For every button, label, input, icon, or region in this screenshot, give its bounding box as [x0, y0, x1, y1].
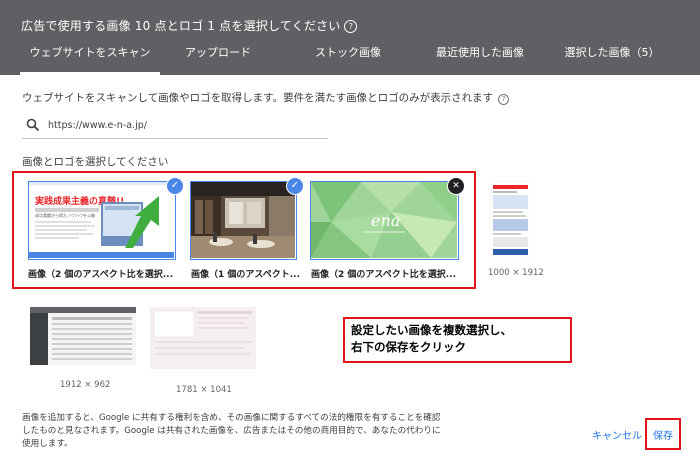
annotation-line: 設定したい画像を複数選択し、	[351, 323, 512, 337]
close-icon[interactable]: ✕	[447, 177, 465, 195]
annotation-callout: 設定したい画像を複数選択し、 右下の保存をクリック	[343, 317, 572, 363]
help-icon[interactable]: ?	[344, 20, 358, 33]
scan-description: ウェブサイトをスキャンして画像やロゴを取得します。要件を満たす画像とロゴのみが表…	[22, 90, 510, 105]
cancel-button[interactable]: キャンセル	[592, 427, 642, 442]
selected-check-icon[interactable]: ✓	[286, 177, 304, 195]
legal-notice: 画像を追加すると、Google に共有する権利を含め、その画像に関するすべての法…	[22, 413, 441, 449]
green-polygon-image: ena	[311, 182, 457, 258]
active-tab-indicator	[20, 72, 160, 75]
tab-label: 最近使用した画像	[436, 46, 524, 59]
office-photo	[191, 182, 295, 258]
annotation-line: 右下の保存をクリック	[351, 340, 466, 354]
image-card-banner[interactable]: 実践成果主義の真髄!! 成功実績から得たノウハウを公開	[28, 181, 176, 260]
dialog-title-text: 広告で使用する画像 10 点とロゴ 1 点を選択してください	[21, 19, 341, 33]
url-search-field[interactable]	[22, 114, 328, 139]
tab-scan-website[interactable]: ウェブサイトをスキャン	[20, 44, 160, 75]
tab-upload[interactable]: アップロード	[178, 44, 258, 75]
tab-stock-images[interactable]: ストック画像	[308, 44, 388, 75]
selected-check-icon[interactable]: ✓	[166, 177, 184, 195]
image-card-green-logo[interactable]: ena	[310, 181, 459, 260]
tab-label: アップロード	[185, 46, 251, 59]
image-card-label: 画像（2 個のアスペクト比を選択...	[311, 270, 457, 280]
thumbnail-size-label: 1912 × 962	[60, 380, 111, 390]
thumbnail-size-label: 1781 × 1041	[176, 385, 232, 395]
banner-image: 実践成果主義の真髄!! 成功実績から得たノウハウを公開	[29, 182, 174, 258]
light-page-image	[150, 307, 256, 369]
tall-page-image	[489, 180, 532, 261]
save-button[interactable]: 保存	[653, 427, 673, 442]
tab-recent-images[interactable]: 最近使用した画像	[430, 44, 530, 75]
tab-label: ストック画像	[315, 46, 381, 59]
tab-label: ウェブサイトをスキャン	[29, 46, 151, 59]
banner-subtitle: 成功実績から得たノウハウを公開	[35, 212, 95, 218]
svg-text:ena: ena	[371, 211, 400, 230]
section-label: 画像とロゴを選択してください	[22, 156, 169, 168]
image-card-label: 画像（2 個のアスペクト比を選択...	[28, 270, 174, 280]
image-card-office[interactable]	[190, 181, 297, 260]
tab-label: 選択した画像（5）	[564, 46, 660, 59]
dialog-title: 広告で使用する画像 10 点とロゴ 1 点を選択してください?	[21, 17, 358, 34]
screenshot-image	[30, 307, 136, 365]
image-card-label: 画像（1 個のアスペクト...	[191, 270, 301, 280]
dialog-header: 広告で使用する画像 10 点とロゴ 1 点を選択してください? ウェブサイトをス…	[0, 0, 700, 75]
thumbnail-light-page[interactable]	[150, 307, 256, 369]
thumbnail-tall-page[interactable]	[489, 180, 532, 261]
thumbnail-screenshot[interactable]	[30, 307, 136, 365]
scan-description-text: ウェブサイトをスキャンして画像やロゴを取得します。要件を満たす画像とロゴのみが表…	[22, 92, 494, 104]
search-icon	[26, 118, 40, 132]
tab-selected-images[interactable]: 選択した画像（5）	[562, 44, 662, 75]
help-icon[interactable]: ?	[498, 94, 510, 105]
url-input[interactable]	[48, 117, 318, 133]
thumbnail-size-label: 1000 × 1912	[488, 268, 544, 278]
